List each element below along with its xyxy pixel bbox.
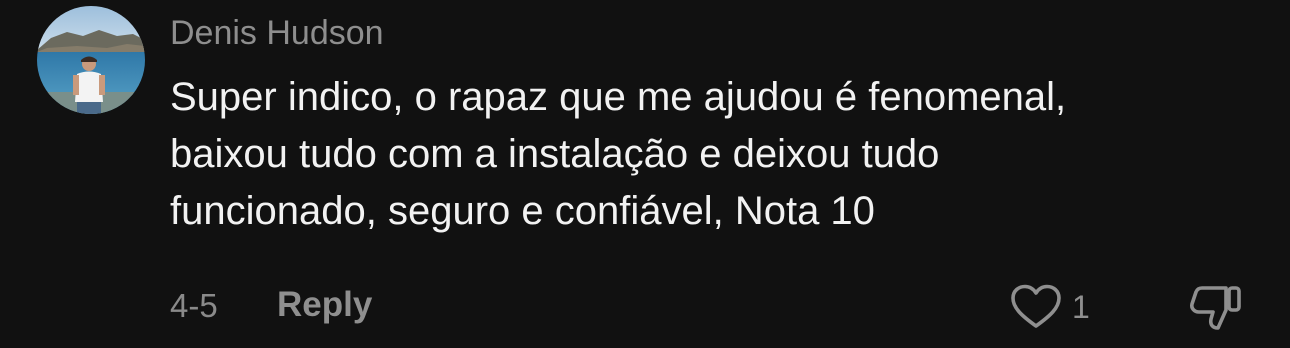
reply-button[interactable]: Reply [277,282,372,328]
comment-text-line: Super indico, o rapaz que me ajudou é fe… [170,75,1067,119]
like-count: 1 [1072,288,1090,325]
comment-text: Super indico, o rapaz que me ajudou é fe… [170,69,1250,240]
like-button[interactable]: 1 [1010,282,1090,332]
comment-text-line: baixou tudo com a instalação e deixou tu… [170,132,940,176]
avatar[interactable] [37,6,145,114]
comment-date: 4-5 [170,287,218,324]
dislike-button[interactable] [1188,282,1244,332]
heart-icon [1011,284,1061,328]
thumbs-down-icon [1190,286,1241,330]
comment-author[interactable]: Denis Hudson [170,11,384,55]
comment-text-line: funcionado, seguro e confiável, Nota 10 [170,189,875,233]
comment-item: Denis Hudson Super indico, o rapaz que m… [0,0,1290,348]
avatar-image [37,6,145,114]
